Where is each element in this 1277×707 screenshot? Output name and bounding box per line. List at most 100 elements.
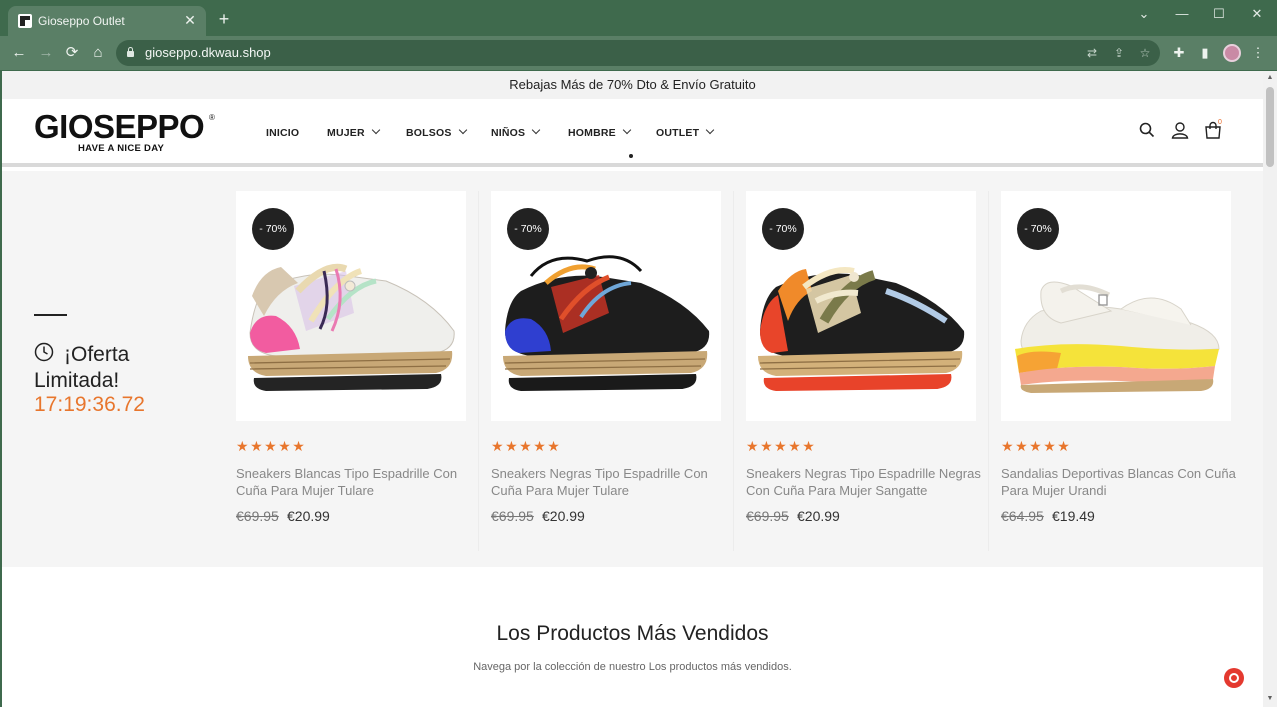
browser-tab[interactable]: Gioseppo Outlet ✕ [8, 6, 206, 37]
nav-item-mujer[interactable]: MUJER [327, 125, 381, 139]
tab-strip: Gioseppo Outlet ✕ + ⌄ — ☐ ✕ [0, 0, 1277, 37]
bookmark-star-icon[interactable]: ☆ [1138, 46, 1152, 60]
discount-badge: - 70% [252, 208, 294, 250]
star-rating: ★ ★ ★ ★ ★ [491, 438, 561, 454]
scrollbar-thumb[interactable] [1266, 87, 1274, 167]
product-image[interactable]: - 70% [746, 191, 976, 421]
product-name[interactable]: Sandalias Deportivas Blancas Con Cuña Pa… [1001, 465, 1241, 499]
best-sellers-subtitle: Navega por la colección de nuestro Los p… [473, 661, 792, 673]
star-icon: ★ [1001, 438, 1014, 454]
sale-price: €20.99 [797, 508, 840, 524]
close-window-icon[interactable]: ✕ [1248, 6, 1266, 22]
star-icon: ★ [746, 438, 759, 454]
reload-icon[interactable]: ⟳ [63, 44, 81, 62]
star-icon: ★ [236, 438, 249, 454]
product-image[interactable]: - 70% [1001, 191, 1231, 421]
sale-price: €20.99 [287, 508, 330, 524]
logo-registered: ® [209, 113, 215, 122]
chevron-down-icon [458, 125, 467, 135]
star-icon: ★ [264, 438, 277, 454]
sale-price: €20.99 [542, 508, 585, 524]
maximize-icon[interactable]: ☐ [1210, 6, 1228, 22]
old-price: €69.95 [746, 508, 789, 524]
sale-price: €19.49 [1052, 508, 1095, 524]
tab-title: Gioseppo Outlet [38, 14, 125, 28]
product-image[interactable]: - 70% [236, 191, 466, 421]
cart-count-badge: 0 [1218, 119, 1222, 126]
star-rating: ★ ★ ★ ★ ★ [746, 438, 816, 454]
chevron-down-icon [371, 125, 381, 135]
account-icon[interactable] [1171, 121, 1189, 139]
menu-kebab-icon[interactable]: ⋮ [1250, 45, 1266, 61]
product-name[interactable]: Sneakers Negras Tipo Espadrille Con Cuña… [491, 465, 731, 499]
home-icon[interactable]: ⌂ [89, 44, 107, 62]
old-price: €69.95 [491, 508, 534, 524]
star-icon: ★ [491, 438, 504, 454]
limited-offer-section: ¡Oferta Limitada! 17:19:36.72 - 70% ★ ★ … [2, 171, 1263, 567]
logo-brand: GIOSEPPO [34, 108, 205, 145]
product-name[interactable]: Sneakers Blancas Tipo Espadrille Con Cuñ… [236, 465, 476, 499]
tab-search-icon[interactable]: ⌄ [1135, 6, 1153, 22]
chat-widget-icon[interactable] [1224, 668, 1244, 688]
nav-label: NIÑOS [491, 127, 526, 139]
new-tab-button[interactable]: + [216, 10, 232, 28]
nav-label: INICIO [266, 127, 300, 139]
site-logo[interactable]: GIOSEPPO ® HAVE A NICE DAY [34, 110, 224, 156]
discount-badge: - 70% [507, 208, 549, 250]
star-icon: ★ [519, 438, 532, 454]
star-icon: ★ [533, 438, 546, 454]
scroll-up-icon[interactable]: ▲ [1266, 74, 1274, 82]
nav-label: MUJER [327, 127, 365, 139]
countdown-timer: 17:19:36.72 [34, 393, 145, 416]
side-panel-icon[interactable]: ▮ [1197, 45, 1213, 61]
best-sellers-title: Los Productos Más Vendidos [496, 622, 769, 645]
old-price: €64.95 [1001, 508, 1044, 524]
close-tab-icon[interactable]: ✕ [182, 12, 198, 28]
star-rating: ★ ★ ★ ★ ★ [1001, 438, 1071, 454]
extensions-icon[interactable]: ✚ [1171, 45, 1187, 61]
star-icon: ★ [547, 438, 560, 454]
nav-item-bolsos[interactable]: BOLSOS [406, 125, 467, 139]
card-divider [988, 191, 989, 551]
nav-label: BOLSOS [406, 127, 452, 139]
chevron-down-icon [622, 125, 632, 135]
star-icon: ★ [278, 438, 291, 454]
url-text[interactable]: gioseppo.dkwau.shop [145, 45, 271, 60]
offer-title: ¡Oferta Limitada! [34, 343, 130, 392]
star-rating: ★ ★ ★ ★ ★ [236, 438, 306, 454]
minimize-icon[interactable]: — [1173, 6, 1191, 22]
translate-icon[interactable]: ⇄ [1085, 46, 1099, 60]
browser-toolbar: ← → ⟳ ⌂ gioseppo.dkwau.shop ⇄ ⇪ ☆ ✚ ▮ ⋮ [0, 36, 1277, 70]
star-icon: ★ [760, 438, 773, 454]
discount-badge: - 70% [762, 208, 804, 250]
star-icon: ★ [802, 438, 815, 454]
nav-label: OUTLET [656, 127, 700, 139]
decorative-divider [34, 314, 67, 316]
browser-window: Gioseppo Outlet ✕ + ⌄ — ☐ ✕ ← → ⟳ ⌂ gios… [0, 0, 1277, 707]
back-arrow-icon[interactable]: ← [10, 44, 28, 62]
star-icon: ★ [1057, 438, 1070, 454]
star-icon: ★ [250, 438, 263, 454]
lock-icon[interactable] [126, 47, 135, 58]
star-icon: ★ [788, 438, 801, 454]
scroll-down-icon[interactable]: ▼ [1266, 695, 1274, 703]
search-icon[interactable] [1138, 121, 1156, 139]
product-image[interactable]: - 70% [491, 191, 721, 421]
active-nav-dot [629, 154, 633, 158]
nav-item-hombre[interactable]: HOMBRE [568, 125, 632, 139]
nav-item-outlet[interactable]: OUTLET [656, 125, 715, 139]
share-icon[interactable]: ⇪ [1112, 46, 1126, 60]
product-name[interactable]: Sneakers Negras Tipo Espadrille Negras C… [746, 465, 986, 499]
profile-avatar[interactable] [1223, 44, 1241, 62]
nav-item-inicio[interactable]: INICIO [266, 127, 299, 139]
announcement-bar: Rebajas Más de 70% Dto & Envío Gratuito [2, 71, 1263, 99]
card-divider [733, 191, 734, 551]
address-bar[interactable]: gioseppo.dkwau.shop ⇄ ⇪ ☆ [116, 40, 1160, 66]
forward-arrow-icon[interactable]: → [37, 44, 55, 62]
nav-item-ninos[interactable]: NIÑOS [491, 125, 541, 139]
chevron-down-icon [705, 125, 715, 135]
star-icon: ★ [1029, 438, 1042, 454]
web-page: Rebajas Más de 70% Dto & Envío Gratuito … [2, 71, 1263, 707]
card-divider [478, 191, 479, 551]
page-scrollbar[interactable]: ▲ ▼ [1263, 71, 1277, 707]
